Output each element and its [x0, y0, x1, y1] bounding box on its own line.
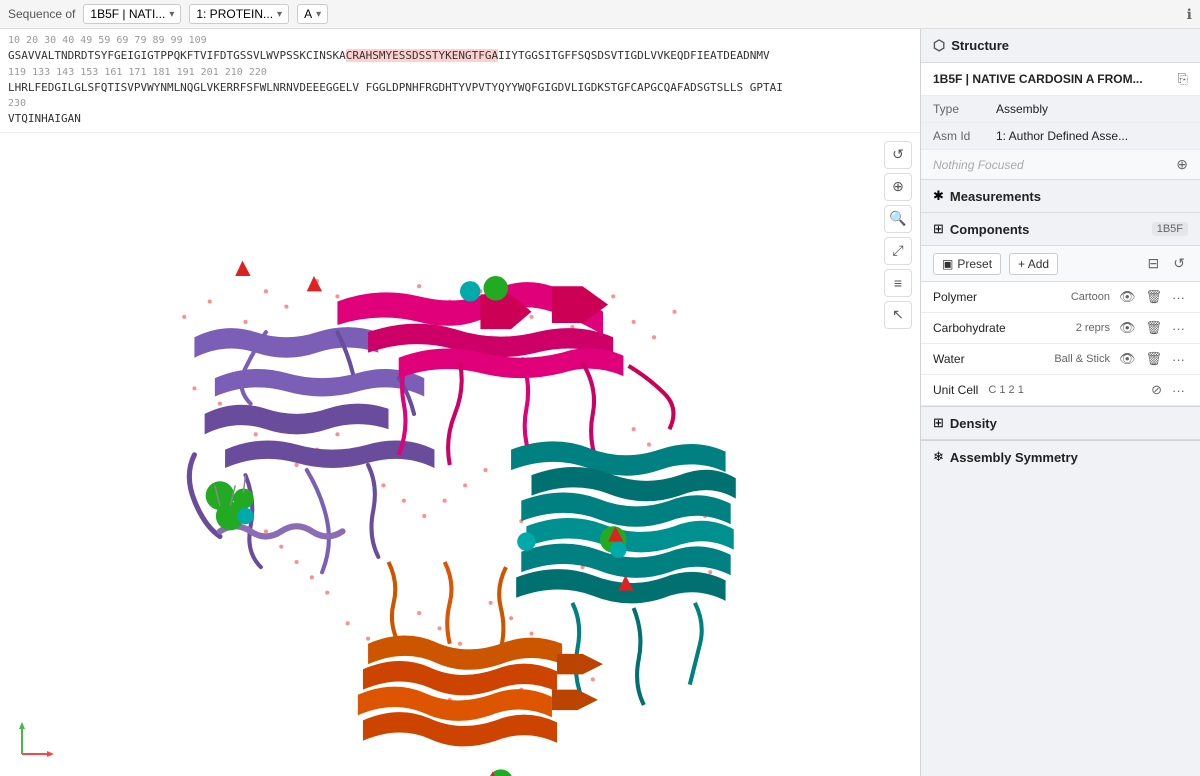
fullscreen-button[interactable]: ⤢ [884, 237, 912, 265]
reset-view-button[interactable]: ↺ [884, 141, 912, 169]
polymer-more-button[interactable]: ··· [1169, 289, 1188, 306]
water-repr: Ball & Stick [1054, 353, 1110, 365]
structure-title: Structure [951, 38, 1009, 53]
zoom-button[interactable]: 🔍 [884, 205, 912, 233]
seq-line1: 10 20 30 40 49 59 69 79 89 99 109 [8, 33, 912, 48]
carbohydrate-container: Carbohydrate 2 reprs 👁 🗑 ··· ⬅ [921, 313, 1200, 344]
components-badge: 1B5F [1152, 222, 1188, 236]
water-row: Water Ball & Stick 👁 🗑 ··· [921, 344, 1200, 375]
viewer-area: ↺ ⊕ 🔍 ⤢ ≡ ↖ [0, 133, 920, 776]
center-view-button[interactable]: ⊕ [884, 173, 912, 201]
copy-button[interactable]: ⎘ [1178, 71, 1188, 87]
add-label: + Add [1018, 257, 1049, 271]
components-toolbar: ▣ Preset + Add ⊟ ↺ [921, 246, 1200, 282]
water-trash-button[interactable]: 🗑 [1142, 350, 1165, 368]
viewer-toolbar: ↺ ⊕ 🔍 ⤢ ≡ ↖ [884, 141, 912, 329]
cursor-button[interactable]: ↖ [884, 301, 912, 329]
add-button[interactable]: + Add [1009, 253, 1058, 275]
seq-dd1-value: 1B5F | NATI... [90, 7, 165, 21]
carbohydrate-more-button[interactable]: ··· [1169, 320, 1188, 337]
density-icon: ⊞ [933, 415, 944, 431]
carbohydrate-actions: 👁 🗑 ··· [1116, 319, 1188, 337]
polymer-eye-button[interactable]: 👁 [1116, 288, 1139, 306]
assembly-symmetry-label: Assembly Symmetry [950, 450, 1078, 465]
sequence-text-area: 10 20 30 40 49 59 69 79 89 99 109 GSAVVA… [0, 29, 920, 133]
type-value: Assembly [996, 102, 1188, 116]
seq-dd3-arrow: ▾ [316, 9, 321, 20]
unit-cell-more-button[interactable]: ··· [1169, 382, 1188, 399]
filter-button[interactable]: ⊟ [1145, 252, 1163, 275]
carbohydrate-eye-button[interactable]: 👁 [1116, 319, 1139, 337]
sequence-bar: Sequence of 1B5F | NATI... ▾ 1: PROTEIN.… [0, 0, 1200, 29]
measurements-row[interactable]: ✱ Measurements [921, 180, 1200, 213]
density-label: Density [950, 416, 997, 431]
sequence-of-label: Sequence of [8, 7, 75, 21]
protein-structure-svg [0, 133, 920, 776]
carbohydrate-row: Carbohydrate 2 reprs 👁 🗑 ··· [921, 313, 1200, 344]
seq-line4: LHRLFEDGILGLSFQTISVPVWYNMLNQGLVKERRFSFWL… [8, 80, 912, 97]
water-eye-button[interactable]: 👁 [1116, 350, 1139, 368]
preset-button[interactable]: ▣ Preset [933, 253, 1001, 275]
seq-line3: 119 133 143 153 161 171 181 191 201 210 … [8, 65, 912, 80]
assembly-symmetry-row[interactable]: ❄ Assembly Symmetry [921, 441, 1200, 473]
seq-line2: GSAVVALTNDRDTSYFGEIGIGTPPQKFTVIFDTGSSVLW… [8, 48, 912, 65]
assembly-symmetry-icon: ❄ [933, 449, 944, 465]
polymer-name: Polymer [933, 290, 1065, 304]
components-icon: ⊞ [933, 221, 944, 237]
asm-id-value: 1: Author Defined Asse... [996, 129, 1188, 143]
refresh-button[interactable]: ↺ [1170, 252, 1188, 275]
unit-cell-params: C 1 2 1 [988, 384, 1023, 396]
sequence-dropdown-3[interactable]: A ▾ [297, 4, 328, 24]
seq-dd1-arrow: ▾ [169, 9, 174, 20]
seq-dd2-arrow: ▾ [277, 9, 282, 20]
measurements-label: Measurements [950, 189, 1041, 204]
polymer-actions: 👁 🗑 ··· [1116, 288, 1188, 306]
entry-id-text: 1B5F | NATIVE CARDOSIN A FROM... [933, 72, 1172, 86]
components-header: ⊞ Components 1B5F [921, 213, 1200, 246]
density-row[interactable]: ⊞ Density [921, 407, 1200, 440]
entry-title-row: 1B5F | NATIVE CARDOSIN A FROM... ⎘ [921, 63, 1200, 96]
polymer-trash-button[interactable]: 🗑 [1142, 288, 1165, 306]
carbohydrate-trash-button[interactable]: 🗑 [1142, 319, 1165, 337]
preset-label: Preset [957, 257, 992, 271]
focus-button[interactable]: ⊕ [1176, 156, 1188, 173]
carbohydrate-name: Carbohydrate [933, 321, 1070, 335]
left-panel: 10 20 30 40 49 59 69 79 89 99 109 GSAVVA… [0, 29, 920, 776]
structure-icon: ⬡ [933, 37, 945, 54]
sequence-dropdown-1[interactable]: 1B5F | NATI... ▾ [83, 4, 181, 24]
unit-cell-name: Unit Cell [933, 383, 978, 397]
nothing-focused-row: Nothing Focused ⊕ [921, 150, 1200, 180]
nothing-focused-text: Nothing Focused [933, 158, 1024, 172]
polymer-row: Polymer Cartoon 👁 🗑 ··· [921, 282, 1200, 313]
components-title: Components [950, 222, 1146, 237]
components-section: ⊞ Components 1B5F ▣ Preset + Add ⊟ ↺ Pol… [921, 213, 1200, 406]
seq-dd3-value: A [304, 7, 312, 21]
type-label: Type [933, 102, 988, 116]
unit-cell-actions: ⊘ ··· [1148, 381, 1188, 399]
main-content: 10 20 30 40 49 59 69 79 89 99 109 GSAVVA… [0, 29, 1200, 776]
right-panel: ⬡ Structure 1B5F | NATIVE CARDOSIN A FRO… [920, 29, 1200, 776]
water-more-button[interactable]: ··· [1169, 351, 1188, 368]
seq-dd2-value: 1: PROTEIN... [196, 7, 273, 21]
asm-id-row: Asm Id 1: Author Defined Asse... [921, 123, 1200, 150]
settings-view-button[interactable]: ≡ [884, 269, 912, 297]
seq-line5: 230 [8, 96, 912, 111]
carbohydrate-repr: 2 reprs [1076, 322, 1110, 334]
structure-section-header: ⬡ Structure [921, 29, 1200, 63]
polymer-repr: Cartoon [1071, 291, 1110, 303]
preset-icon: ▣ [942, 257, 953, 271]
axes-indicator [12, 714, 62, 764]
sequence-dropdown-2[interactable]: 1: PROTEIN... ▾ [189, 4, 289, 24]
unit-cell-row: Unit Cell C 1 2 1 ⊘ ··· [921, 375, 1200, 406]
unit-cell-eye-slash-button[interactable]: ⊘ [1148, 381, 1165, 399]
viewer-canvas[interactable] [0, 133, 920, 776]
water-name: Water [933, 352, 1048, 366]
seq-line6: VTQINHAIGAN [8, 111, 912, 128]
water-actions: 👁 🗑 ··· [1116, 350, 1188, 368]
info-button[interactable]: ℹ [1187, 6, 1192, 23]
asm-id-label: Asm Id [933, 129, 988, 143]
type-row: Type Assembly [921, 96, 1200, 123]
measurements-icon: ✱ [933, 188, 944, 204]
